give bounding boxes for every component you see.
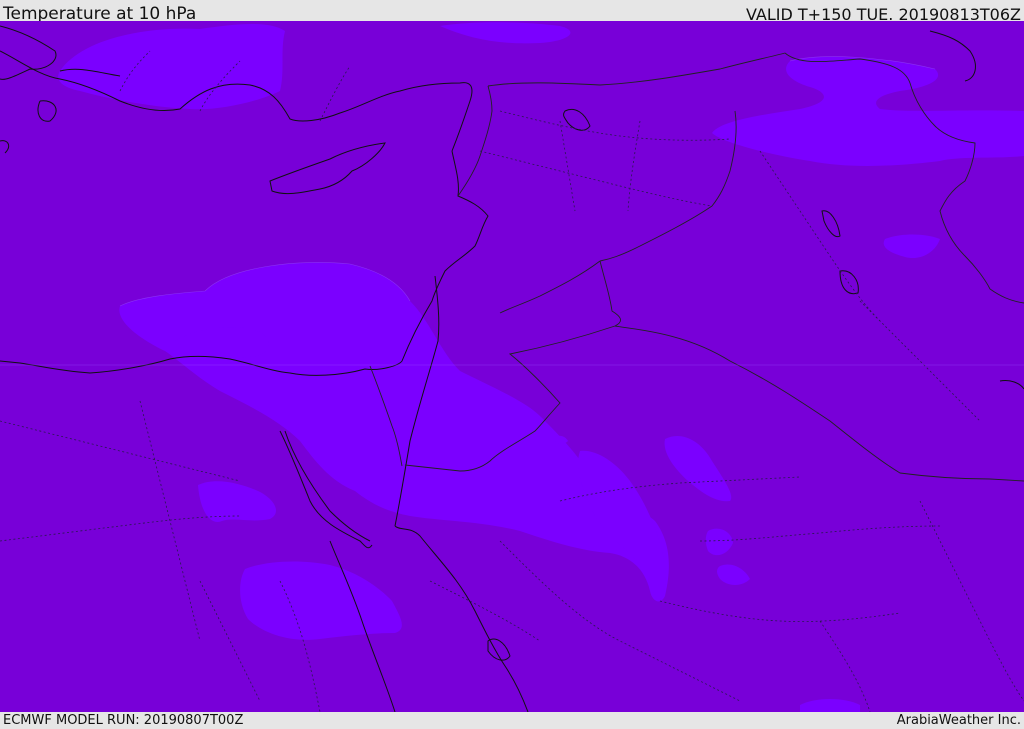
- weather-map[interactable]: [0, 21, 1024, 712]
- credit-label: ArabiaWeather Inc.: [896, 713, 1021, 728]
- model-run-label: ECMWF MODEL RUN: 20190807T00Z: [3, 713, 244, 728]
